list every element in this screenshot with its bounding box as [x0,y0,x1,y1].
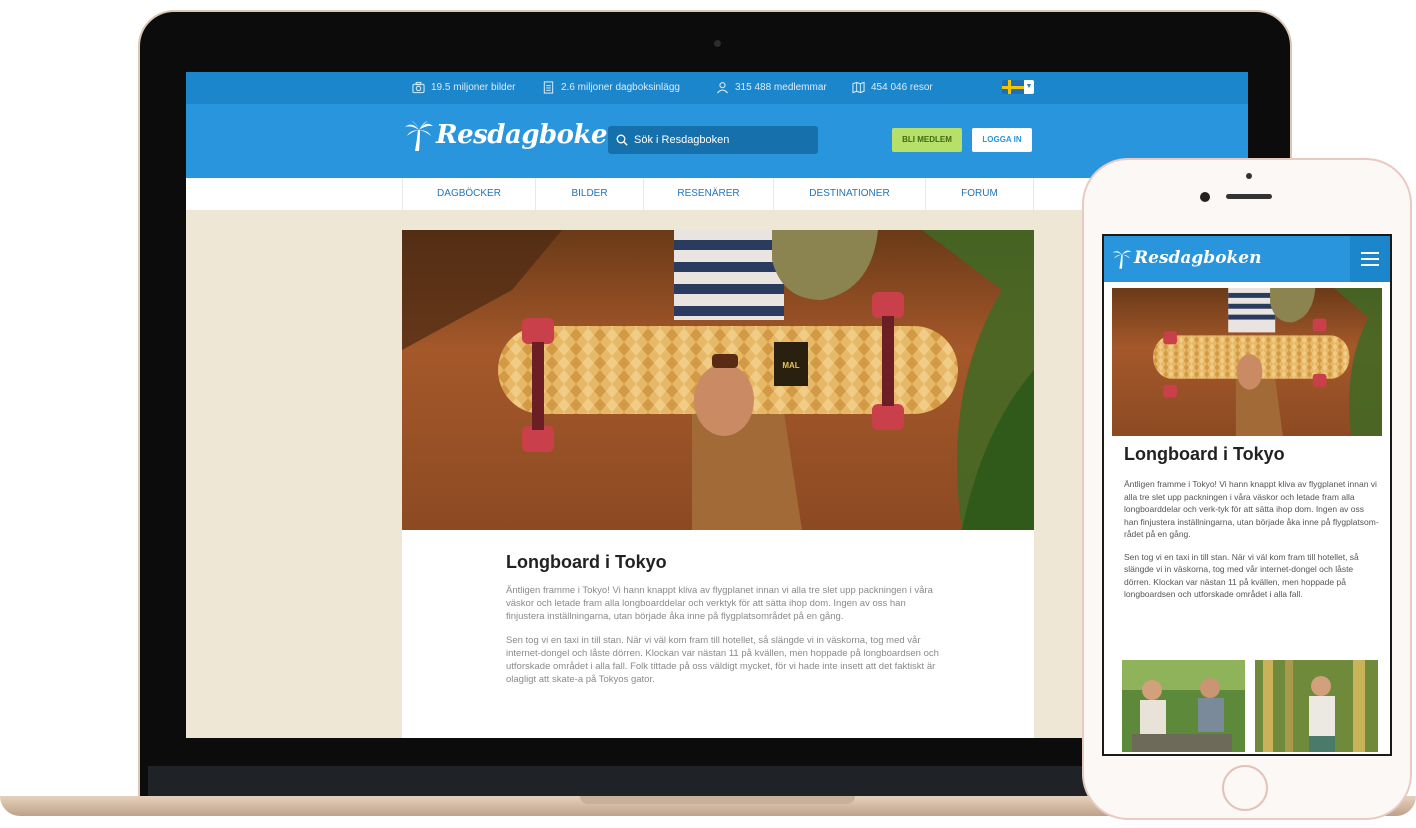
phone-screen: Resdagboken Longboard i Tokyo Äntligen f… [1102,234,1392,756]
phone-frame: Resdagboken Longboard i Tokyo Äntligen f… [1082,158,1412,820]
article-card: MAL Longboard i Tokyo Äntligen framme i … [402,230,1034,738]
home-button[interactable] [1222,765,1268,811]
nav-item-forum[interactable]: FORUM [926,178,1034,210]
site-header: Resdagboken Sök i Resdagboken BLI MEDLEM… [186,104,1248,178]
palm-tree-icon [1112,250,1132,269]
hamburger-menu-icon[interactable] [1350,236,1390,282]
logo-text: Resdagboken [436,120,626,150]
site-logo[interactable]: Resdagboken [404,118,626,152]
camera-icon [412,81,425,94]
palm-tree-icon [405,121,433,151]
bamboo-photo [1255,660,1378,752]
stat-members: 315 488 medlemmar [716,81,827,94]
nav-item-diaries[interactable]: DAGBÖCKER [402,178,536,210]
article-body: Äntligen framme i Tokyo! Vi hann knappt … [506,584,942,697]
user-icon [717,82,728,94]
stat-diary-entries: 2.6 miljoner dagboksinlägg [542,81,680,94]
mobile-article-title: Longboard i Tokyo [1124,444,1285,464]
laptop-camera [714,40,721,47]
article-paragraph: Äntligen framme i Tokyo! Vi hann knappt … [1124,479,1379,539]
laptop-notch [580,796,855,804]
stat-label: 454 046 resor [871,82,933,93]
thumbnail-photo[interactable] [1122,660,1245,752]
logo-text: Resdagboken [1134,248,1262,268]
nav-item-travelers[interactable]: RESENÄRER [644,178,774,210]
mobile-hero-image[interactable] [1112,288,1382,436]
search-placeholder: Sök i Resdagboken [634,134,730,146]
longboard-photo: MAL [402,230,1034,530]
nav-item-photos[interactable]: BILDER [536,178,644,210]
document-icon [543,81,554,94]
map-icon [852,81,865,94]
become-member-button[interactable]: BLI MEDLEM [892,128,962,152]
mobile-article-body: Äntligen framme i Tokyo! Vi hann knappt … [1124,478,1380,611]
search-input[interactable]: Sök i Resdagboken [608,126,818,154]
stat-label: 315 488 medlemmar [735,82,827,93]
stat-trips: 454 046 resor [852,81,933,94]
article-paragraph: Sen tog vi en taxi in till stan. När vi … [506,635,939,685]
mobile-site-logo[interactable]: Resdagboken [1112,246,1261,270]
longboard-photo [1112,288,1382,436]
svg-text:MAL: MAL [782,361,799,370]
stat-photos: 19.5 miljoner bilder [412,81,516,94]
login-button[interactable]: LOGGA IN [972,128,1032,152]
stats-bar: 19.5 miljoner bilder 2.6 miljoner dagbok… [186,72,1248,104]
thumbnail-photo[interactable] [1255,660,1378,752]
mobile-header: Resdagboken [1104,236,1390,282]
language-dropdown-caret[interactable]: ▼ [1024,80,1034,94]
phone-sensor [1200,192,1210,202]
stat-label: 2.6 miljoner dagboksinlägg [561,82,680,93]
article-paragraph: Sen tog vi en taxi in till stan. När vi … [1124,551,1359,600]
swedish-flag-icon[interactable] [1002,80,1024,94]
article-paragraph: Äntligen framme i Tokyo! Vi hann knappt … [506,585,933,622]
article-hero-image[interactable]: MAL [402,230,1034,530]
phone-camera [1246,173,1252,179]
stat-label: 19.5 miljoner bilder [431,82,516,93]
photo-thumbnails [1122,660,1378,752]
search-icon [616,134,628,146]
phone-speaker [1226,194,1272,199]
nav-item-destinations[interactable]: DESTINATIONER [774,178,926,210]
group-photo [1122,660,1245,752]
article-title: Longboard i Tokyo [506,552,667,572]
